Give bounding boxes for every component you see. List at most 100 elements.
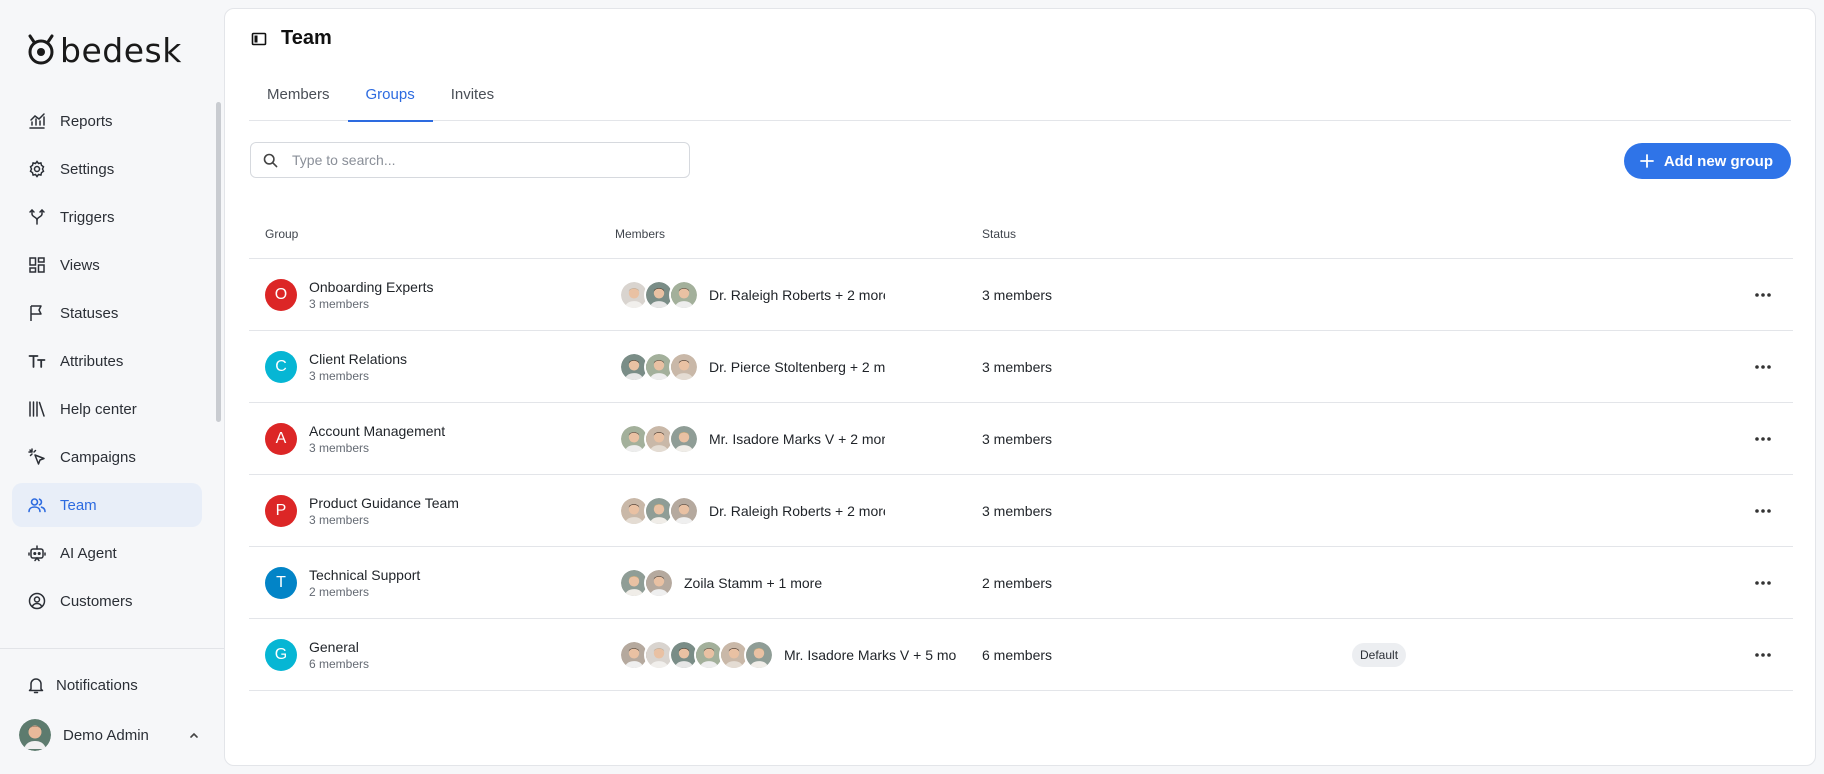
ellipsis-icon — [1754, 364, 1771, 369]
notifications-item[interactable]: Notifications — [28, 676, 138, 694]
status-text: 3 members — [982, 430, 1053, 447]
text-size-icon — [28, 355, 46, 368]
sidebar: bedesk Reports Settings Triggers Views S… — [0, 0, 224, 774]
more-actions-button[interactable] — [1750, 282, 1776, 308]
actions-cell — [1732, 498, 1793, 524]
actions-cell — [1732, 354, 1793, 380]
sidebar-divider — [0, 648, 224, 649]
group-name[interactable]: Onboarding Experts — [309, 278, 434, 296]
members-cell: Dr. Raleigh Roberts + 2 more — [615, 495, 982, 526]
avatar-stack — [619, 495, 699, 526]
user-menu[interactable]: Demo Admin — [19, 719, 200, 751]
table-row[interactable]: T Technical Support 2 members Zoila Stam… — [249, 547, 1793, 619]
group-initial-icon: T — [265, 566, 297, 599]
member-avatar — [669, 495, 699, 526]
sidebar-item-help-center[interactable]: Help center — [12, 387, 202, 431]
ellipsis-icon — [1754, 580, 1771, 585]
sidebar-item-triggers[interactable]: Triggers — [12, 195, 202, 239]
group-name[interactable]: General — [309, 638, 369, 656]
chart-icon — [29, 113, 45, 129]
table-header: Group Members Status — [249, 209, 1793, 259]
ellipsis-icon — [1754, 292, 1771, 297]
sidebar-item-campaigns[interactable]: Campaigns — [12, 435, 202, 479]
table-row[interactable]: P Product Guidance Team 3 members Dr. Ra… — [249, 475, 1793, 547]
group-info: Client Relations 3 members — [309, 350, 407, 384]
group-info: Account Management 3 members — [309, 422, 445, 456]
tab-invites[interactable]: Invites — [433, 69, 512, 121]
search-icon — [263, 153, 278, 167]
group-name[interactable]: Client Relations — [309, 350, 407, 368]
chevron-up-icon — [190, 732, 198, 738]
members-summary: Dr. Raleigh Roberts + 2 more — [709, 286, 885, 303]
tab-members[interactable]: Members — [249, 69, 348, 121]
sidebar-item-label: Customers — [60, 592, 133, 610]
tab-groups[interactable]: Groups — [347, 69, 433, 122]
group-info: General 6 members — [309, 638, 369, 672]
sidebar-item-settings[interactable]: Settings — [12, 147, 202, 191]
sidebar-item-label: Team — [60, 496, 97, 514]
group-name[interactable]: Account Management — [309, 422, 445, 440]
sidebar-item-label: Triggers — [60, 208, 115, 226]
members-summary: Dr. Pierce Stoltenberg + 2 more — [709, 358, 885, 375]
member-avatar — [669, 351, 699, 382]
plus-icon — [1639, 154, 1654, 168]
more-actions-button[interactable] — [1750, 570, 1776, 596]
members-summary: Mr. Isadore Marks V + 2 more — [709, 430, 885, 447]
group-member-count: 6 members — [309, 656, 370, 671]
member-avatar — [644, 567, 674, 598]
search-box[interactable] — [250, 142, 690, 178]
members-summary: Dr. Raleigh Roberts + 2 more — [709, 502, 885, 519]
sidebar-item-statuses[interactable]: Statuses — [12, 291, 202, 335]
status-text: 3 members — [982, 358, 1053, 375]
members-cell: Dr. Pierce Stoltenberg + 2 more — [615, 351, 982, 382]
logo-text: bedesk — [60, 30, 182, 70]
more-actions-button[interactable] — [1750, 498, 1776, 524]
group-name[interactable]: Product Guidance Team — [309, 494, 459, 512]
table-row[interactable]: A Account Management 3 members Mr. Isado… — [249, 403, 1793, 475]
users-icon — [28, 498, 46, 513]
more-actions-button[interactable] — [1750, 426, 1776, 452]
column-header-status: Status — [982, 226, 1017, 241]
robot-icon — [28, 545, 46, 562]
sidebar-item-attributes[interactable]: Attributes — [12, 339, 202, 383]
ellipsis-icon — [1754, 652, 1771, 657]
members-summary: Mr. Isadore Marks V + 5 mo — [784, 646, 957, 663]
sidebar-item-customers[interactable]: Customers — [12, 579, 202, 623]
sidebar-item-label: Views — [60, 256, 100, 274]
sidebar-item-label: AI Agent — [60, 544, 117, 562]
group-cell: A Account Management 3 members — [249, 422, 615, 456]
table-row[interactable]: O Onboarding Experts 3 members Dr. Ralei… — [249, 259, 1793, 331]
flag-icon — [30, 305, 42, 321]
sidebar-item-team[interactable]: Team — [12, 483, 202, 527]
status-text: 3 members — [982, 502, 1053, 519]
add-new-group-button[interactable]: Add new group — [1623, 143, 1791, 179]
actions-cell — [1732, 426, 1793, 452]
group-initial-icon: A — [265, 422, 297, 455]
group-initial-icon: G — [265, 638, 297, 671]
ellipsis-icon — [1754, 508, 1771, 513]
more-actions-button[interactable] — [1750, 354, 1776, 380]
sidebar-item-reports[interactable]: Reports — [12, 99, 202, 143]
member-avatar — [744, 639, 774, 670]
sidebar-toggle-icon[interactable] — [251, 31, 267, 47]
gear-icon — [29, 160, 45, 178]
sidebar-scrollbar[interactable] — [216, 102, 221, 422]
group-initial-icon: O — [265, 278, 297, 311]
group-member-count: 3 members — [309, 512, 370, 527]
table-row[interactable]: C Client Relations 3 members Dr. Pierce … — [249, 331, 1793, 403]
avatar-stack — [619, 639, 774, 670]
add-new-group-label: Add new group — [1663, 152, 1773, 170]
more-actions-button[interactable] — [1750, 642, 1776, 668]
group-name[interactable]: Technical Support — [309, 566, 420, 584]
table-row[interactable]: G General 6 members Mr. Isadore Marks V … — [249, 619, 1793, 691]
search-input[interactable] — [292, 152, 652, 168]
group-cell: P Product Guidance Team 3 members — [249, 494, 615, 528]
column-header-group: Group — [265, 226, 299, 241]
sidebar-item-views[interactable]: Views — [12, 243, 202, 287]
status-text: 2 members — [982, 574, 1053, 591]
members-cell: Zoila Stamm + 1 more — [615, 567, 982, 598]
sidebar-item-label: Reports — [60, 112, 113, 130]
sidebar-item-label: Attributes — [60, 352, 124, 370]
sidebar-item-ai-agent[interactable]: AI Agent — [12, 531, 202, 575]
logo[interactable]: bedesk — [26, 30, 182, 70]
